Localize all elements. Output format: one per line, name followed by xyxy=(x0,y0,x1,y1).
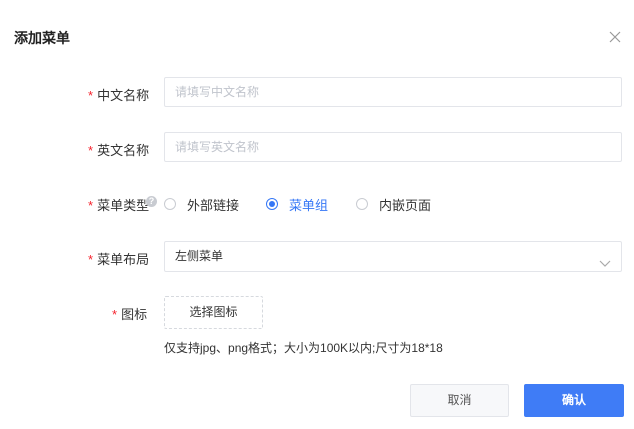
radio-embedded-page-label: 内嵌页面 xyxy=(379,197,432,213)
cancel-button[interactable]: 取消 xyxy=(410,384,509,417)
help-icon[interactable]: ? xyxy=(146,196,157,207)
dialog-title: 添加菜单 xyxy=(14,30,70,46)
icon-label-text: 图标 xyxy=(121,307,148,322)
radio-embedded-page[interactable]: 内嵌页面 xyxy=(356,196,432,213)
cn-name-label-text: 中文名称 xyxy=(97,88,150,103)
icon-label: * 图标 xyxy=(112,304,147,323)
en-name-input[interactable] xyxy=(164,132,622,162)
en-name-label-text: 英文名称 xyxy=(97,143,150,158)
menu-type-label-text: 菜单类型 xyxy=(97,198,150,213)
cn-name-label: * 中文名称 xyxy=(88,85,149,104)
menu-layout-label-text: 菜单布局 xyxy=(97,252,150,267)
add-menu-dialog: 添加菜单 *中文名称 *英文名称 *菜单类型 ? 外部链接 菜单组 内嵌页面 *… xyxy=(0,0,634,429)
icon-hint: 仅支持jpg、png格式；大小为100K以内;尺寸为18*18 xyxy=(164,341,443,355)
required-mark: * xyxy=(88,143,94,158)
radio-external-link-label: 外部链接 xyxy=(187,197,240,213)
required-mark: * xyxy=(112,307,118,322)
menu-type-label: * 菜单类型 xyxy=(88,195,149,214)
menu-layout-select[interactable]: 左侧菜单 xyxy=(164,241,622,272)
radio-circle[interactable] xyxy=(356,198,368,210)
menu-layout-value: 左侧菜单 xyxy=(175,249,224,263)
menu-layout-label: * 菜单布局 xyxy=(88,249,149,268)
radio-menu-group[interactable]: 菜单组 xyxy=(266,196,329,213)
required-mark: * xyxy=(88,88,94,103)
radio-external-link[interactable]: 外部链接 xyxy=(164,196,240,213)
cn-name-input[interactable] xyxy=(164,77,622,107)
close-icon[interactable] xyxy=(606,28,624,46)
radio-circle[interactable] xyxy=(266,198,278,210)
en-name-label: * 英文名称 xyxy=(88,140,149,159)
select-icon-button[interactable]: 选择图标 xyxy=(164,296,263,329)
chevron-down-icon[interactable] xyxy=(599,251,611,280)
required-mark: * xyxy=(88,198,94,213)
radio-menu-group-label: 菜单组 xyxy=(289,197,329,213)
radio-circle[interactable] xyxy=(164,198,176,210)
confirm-button[interactable]: 确认 xyxy=(524,384,624,417)
required-mark: * xyxy=(88,252,94,267)
